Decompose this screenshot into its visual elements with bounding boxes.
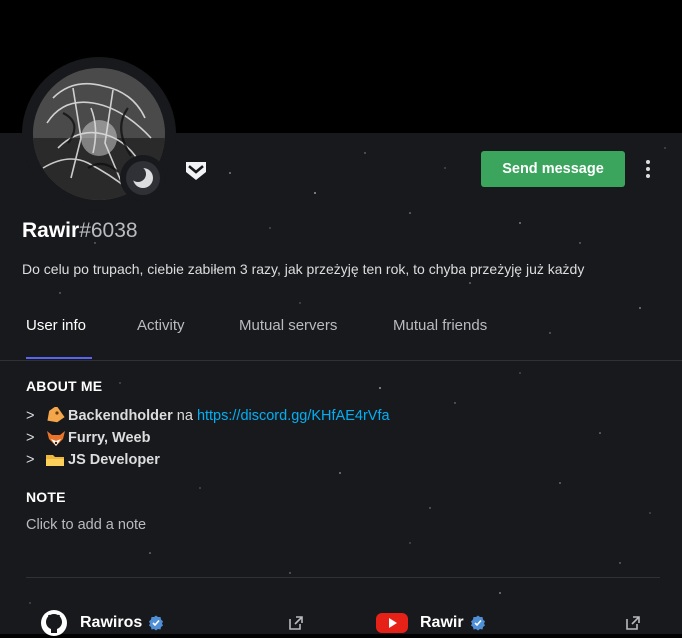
send-message-button[interactable]: Send message xyxy=(481,151,625,187)
external-link-icon[interactable] xyxy=(287,614,305,632)
fox-icon xyxy=(47,431,65,446)
connection-name: Rawiros xyxy=(80,614,143,631)
note-heading: NOTE xyxy=(26,489,66,505)
folder-icon xyxy=(46,455,64,466)
invite-link[interactable]: https://discord.gg/KHfAE4rVfa xyxy=(197,408,390,424)
about-line: > Backendholder na https://discord.gg/KH… xyxy=(26,407,390,425)
tab-user-info[interactable]: User info xyxy=(26,317,86,334)
username: Rawir xyxy=(22,219,80,242)
tab-mutual-friends[interactable]: Mutual friends xyxy=(393,317,487,334)
connection-name: Rawir xyxy=(420,614,464,631)
github-icon xyxy=(41,610,67,636)
verified-icon xyxy=(149,615,164,631)
about-line: > JS Developer xyxy=(26,452,160,468)
verified-icon xyxy=(470,615,485,631)
more-options-icon[interactable] xyxy=(637,151,659,187)
status-indicator xyxy=(120,155,166,201)
about-me-heading: ABOUT ME xyxy=(26,378,103,394)
discriminator: #6038 xyxy=(79,219,138,242)
custom-status-bio: Do celu po trupach, ciebie zabiłem 3 raz… xyxy=(22,261,585,277)
about-line: > Furry, Weeb xyxy=(26,430,151,446)
divider xyxy=(26,577,660,578)
label-tag-icon xyxy=(47,407,65,423)
note-input[interactable]: Click to add a note xyxy=(26,517,146,533)
profile-tabs: User info Activity Mutual servers Mutual… xyxy=(0,305,682,361)
user-tag: Rawir#6038 xyxy=(22,218,138,244)
tab-mutual-servers[interactable]: Mutual servers xyxy=(239,317,337,334)
youtube-icon xyxy=(376,613,408,633)
idle-moon-icon xyxy=(130,166,153,188)
hypesquad-badge-icon[interactable] xyxy=(182,156,210,184)
tab-activity[interactable]: Activity xyxy=(137,317,185,334)
external-link-icon[interactable] xyxy=(624,614,642,632)
active-tab-indicator xyxy=(26,357,92,359)
